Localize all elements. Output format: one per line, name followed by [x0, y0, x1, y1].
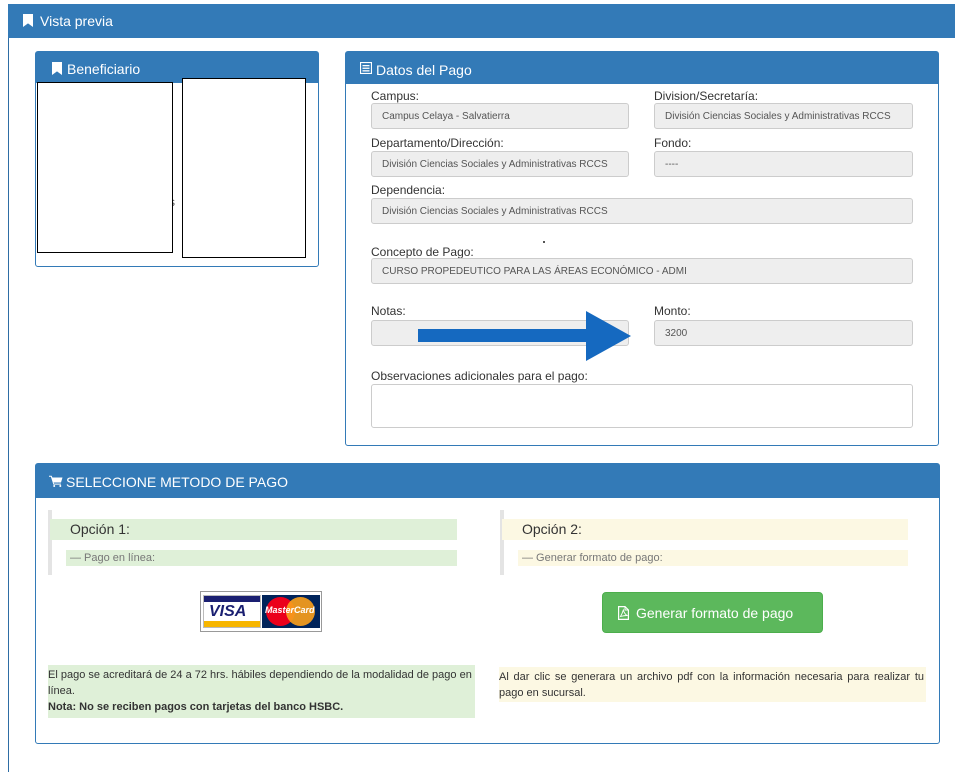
generate-payment-form-button[interactable]: Generar formato de pago	[602, 592, 823, 633]
visa-band-bottom	[204, 621, 260, 627]
redacted-box	[182, 78, 306, 258]
redacted-box	[37, 82, 173, 253]
fondo-label: Fondo:	[654, 136, 692, 150]
datos-pago-title: Datos del Pago	[376, 62, 472, 78]
bookmark-icon	[23, 14, 33, 27]
metodo-pago-title: SELECCIONE METODO DE PAGO	[66, 474, 288, 490]
departamento-label: Departamento/Dirección:	[371, 136, 504, 150]
option1-subtitle: — Pago en línea:	[66, 550, 457, 566]
generate-button-label: Generar formato de pago	[636, 605, 794, 621]
metodo-pago-header: SELECCIONE METODO DE PAGO	[36, 464, 939, 498]
mastercard-logo: MasterCard	[262, 595, 320, 628]
concepto-field[interactable]: CURSO PROPEDEUTICO PARA LAS ÁREAS ECONÓM…	[371, 258, 913, 284]
departamento-field[interactable]: División Ciencias Sociales y Administrat…	[371, 151, 629, 177]
bookmark-icon	[52, 62, 62, 75]
notas-label: Notas:	[371, 304, 406, 318]
outer-panel-border	[8, 38, 9, 772]
option1-note-text: El pago se acreditará de 24 a 72 hrs. há…	[48, 669, 472, 697]
monto-label: Monto:	[654, 304, 691, 318]
observaciones-label: Observaciones adicionales para el pago:	[371, 369, 588, 383]
fondo-field[interactable]: ----	[654, 151, 913, 177]
concepto-label: Concepto de Pago:	[371, 245, 474, 259]
visa-logo: VISA	[203, 595, 261, 628]
option2-title: Opción 2:	[502, 519, 908, 540]
campus-field[interactable]: Campus Celaya - Salvatierra	[371, 103, 629, 129]
division-field[interactable]: División Ciencias Sociales y Administrat…	[654, 103, 913, 129]
monto-field[interactable]: 3200	[654, 320, 913, 346]
arrow-icon	[418, 311, 631, 361]
option2-subtitle: — Generar formato de pago:	[518, 550, 908, 566]
list-alt-icon	[360, 62, 372, 74]
pdf-file-icon	[618, 606, 629, 620]
option1-note-bold: Nota: No se reciben pagos con tarjetas d…	[48, 701, 344, 713]
visa-band-top	[204, 596, 260, 602]
observaciones-textarea[interactable]	[371, 384, 913, 428]
card-logos: VISA MasterCard	[200, 591, 322, 632]
visa-text: VISA	[209, 603, 247, 620]
dependencia-label: Dependencia:	[371, 183, 446, 197]
shopping-cart-icon	[49, 475, 63, 487]
option1-title: Opción 1:	[50, 519, 457, 540]
datos-pago-header: Datos del Pago	[346, 52, 938, 84]
mastercard-text: MasterCard	[265, 605, 315, 615]
preview-header: Vista previa	[8, 4, 955, 38]
beneficiario-title: Beneficiario	[67, 61, 141, 77]
option2-note: Al dar clic se generara un archivo pdf c…	[499, 667, 926, 702]
dependencia-field[interactable]: División Ciencias Sociales y Administrat…	[371, 198, 913, 224]
preview-title: Vista previa	[40, 13, 113, 29]
dot-artifact	[543, 241, 545, 243]
campus-label: Campus:	[371, 89, 420, 103]
option1-note: El pago se acreditará de 24 a 72 hrs. há…	[48, 665, 475, 718]
division-label: Division/Secretaría:	[654, 89, 759, 103]
